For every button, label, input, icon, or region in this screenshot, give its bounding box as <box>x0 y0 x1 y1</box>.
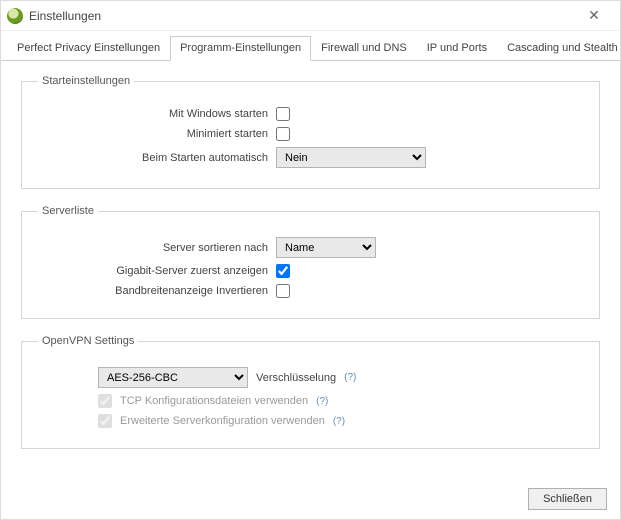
tabs: Perfect Privacy Einstellungen Programm-E… <box>1 31 620 61</box>
tab-program-settings[interactable]: Programm-Einstellungen <box>170 36 311 61</box>
group-openvpn: OpenVPN Settings AES-256-CBC Verschlüsse… <box>21 335 600 449</box>
group-serverlist-legend: Serverliste <box>38 205 98 217</box>
label-ext-server-config: Erweiterte Serverkonfiguration verwenden <box>120 415 325 427</box>
select-encryption[interactable]: AES-256-CBC <box>98 367 248 388</box>
label-sort-by: Server sortieren nach <box>38 242 268 254</box>
close-dialog-button[interactable]: Schließen <box>528 488 607 510</box>
label-windows-start: Mit Windows starten <box>38 108 268 120</box>
group-start-settings: Starteinstellungen Mit Windows starten M… <box>21 75 600 189</box>
footer: Schließen <box>528 488 607 510</box>
select-auto-on-start[interactable]: Nein <box>276 147 426 168</box>
label-gigabit-first: Gigabit-Server zuerst anzeigen <box>38 265 268 277</box>
help-icon[interactable]: (?) <box>344 372 356 383</box>
label-invert-bandwidth: Bandbreitenanzeige Invertieren <box>38 285 268 297</box>
tab-perfect-privacy[interactable]: Perfect Privacy Einstellungen <box>7 36 170 61</box>
content: Starteinstellungen Mit Windows starten M… <box>1 61 620 449</box>
label-tcp-configs: TCP Konfigurationsdateien verwenden <box>120 395 308 407</box>
tab-firewall-dns[interactable]: Firewall und DNS <box>311 36 417 61</box>
label-minimized-start: Minimiert starten <box>38 128 268 140</box>
tab-cascading-stealth[interactable]: Cascading und Stealth <box>497 36 621 61</box>
select-sort-by[interactable]: Name <box>276 237 376 258</box>
close-button[interactable]: ✕ <box>574 2 614 30</box>
checkbox-ext-server-config <box>98 414 112 428</box>
titlebar: Einstellungen ✕ <box>1 1 620 31</box>
checkbox-tcp-configs <box>98 394 112 408</box>
label-encryption: Verschlüsselung <box>256 372 336 384</box>
app-icon <box>7 8 23 24</box>
help-icon[interactable]: (?) <box>333 416 345 427</box>
checkbox-gigabit-first[interactable] <box>276 264 290 278</box>
window-title: Einstellungen <box>29 9 574 23</box>
help-icon[interactable]: (?) <box>316 396 328 407</box>
checkbox-windows-start[interactable] <box>276 107 290 121</box>
checkbox-invert-bandwidth[interactable] <box>276 284 290 298</box>
group-start-legend: Starteinstellungen <box>38 75 134 87</box>
close-icon: ✕ <box>588 7 600 24</box>
group-serverlist: Serverliste Server sortieren nach Name G… <box>21 205 600 319</box>
checkbox-minimized-start[interactable] <box>276 127 290 141</box>
label-auto-on-start: Beim Starten automatisch <box>38 152 268 164</box>
group-openvpn-legend: OpenVPN Settings <box>38 335 138 347</box>
tab-ip-ports[interactable]: IP und Ports <box>417 36 497 61</box>
